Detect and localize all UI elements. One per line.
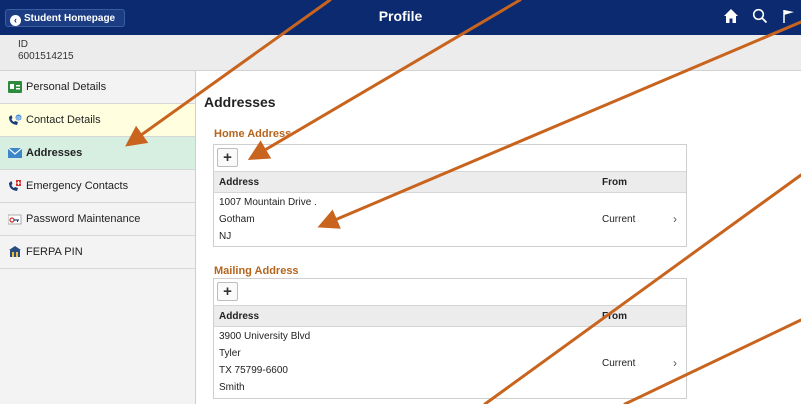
home-icon[interactable] bbox=[723, 8, 739, 24]
top-bar: ‹ Student Homepage Profile bbox=[0, 0, 801, 35]
id-value: 6001514215 bbox=[18, 51, 74, 62]
address-line: 1007 Mountain Drive . bbox=[219, 197, 317, 208]
chevron-right-icon[interactable]: › bbox=[673, 212, 677, 226]
mailing-address-panel: + Address From 3900 University Blvd Tyle… bbox=[213, 278, 687, 399]
flag-icon[interactable] bbox=[782, 8, 796, 24]
from-column-header: From bbox=[602, 311, 627, 322]
sidebar-item-personal-details[interactable]: Personal Details bbox=[0, 71, 195, 104]
key-icon bbox=[8, 214, 22, 225]
sidebar-item-password-maintenance[interactable]: Password Maintenance bbox=[0, 203, 195, 236]
address-line: 3900 University Blvd bbox=[219, 331, 311, 342]
home-address-title: Home Address bbox=[214, 128, 292, 140]
mailing-address-title: Mailing Address bbox=[214, 265, 299, 277]
sidebar-item-addresses[interactable]: Addresses bbox=[0, 137, 195, 170]
address-column-header: Address bbox=[219, 177, 260, 188]
home-address-panel: + Address From 1007 Mountain Drive . Got… bbox=[213, 144, 687, 247]
from-value: Current bbox=[602, 358, 636, 369]
id-label: ID bbox=[18, 39, 28, 50]
table-row[interactable]: 1007 Mountain Drive . Gotham NJ Current … bbox=[214, 193, 686, 247]
sidebar-item-label: Addresses bbox=[26, 147, 83, 159]
from-value: Current bbox=[602, 214, 636, 225]
address-line: Gotham bbox=[219, 214, 255, 225]
table-row[interactable]: 3900 University Blvd Tyler TX 75799-6600… bbox=[214, 327, 686, 399]
sidebar-item-label: Contact Details bbox=[26, 114, 101, 126]
id-card-icon bbox=[8, 81, 22, 93]
home-address-header-row: Address From bbox=[214, 171, 686, 193]
add-mailing-address-button[interactable]: + bbox=[217, 282, 238, 301]
sidebar-item-ferpa-pin[interactable]: FERPA PIN bbox=[0, 236, 195, 269]
building-lock-icon bbox=[9, 246, 21, 257]
envelope-icon bbox=[8, 147, 22, 158]
sidebar-item-label: Emergency Contacts bbox=[26, 180, 129, 192]
sidebar-item-label: FERPA PIN bbox=[26, 246, 83, 258]
sidebar: Personal Details @ Contact Details Addre… bbox=[0, 71, 196, 404]
search-icon[interactable] bbox=[752, 8, 768, 24]
address-line: TX 75799-6600 bbox=[219, 365, 288, 376]
address-line: Smith bbox=[219, 382, 245, 393]
sidebar-item-label: Password Maintenance bbox=[26, 213, 141, 225]
address-line: NJ bbox=[219, 231, 232, 242]
chevron-right-icon[interactable]: › bbox=[673, 356, 677, 370]
main-title: Addresses bbox=[204, 94, 276, 110]
svg-text:@: @ bbox=[16, 115, 21, 121]
sidebar-item-emergency-contacts[interactable]: Emergency Contacts bbox=[0, 170, 195, 203]
page-title: Profile bbox=[378, 8, 423, 24]
add-home-address-button[interactable]: + bbox=[217, 148, 238, 167]
student-id-bar: ID 6001514215 bbox=[0, 35, 801, 71]
phone-email-icon: @ bbox=[9, 114, 22, 125]
address-column-header: Address bbox=[219, 311, 260, 322]
sidebar-item-label: Personal Details bbox=[26, 81, 107, 93]
emergency-phone-icon bbox=[9, 180, 21, 191]
sidebar-item-contact-details[interactable]: @ Contact Details bbox=[0, 104, 195, 137]
from-column-header: From bbox=[602, 177, 627, 188]
address-line: Tyler bbox=[219, 348, 241, 359]
mailing-address-header-row: Address From bbox=[214, 305, 686, 327]
